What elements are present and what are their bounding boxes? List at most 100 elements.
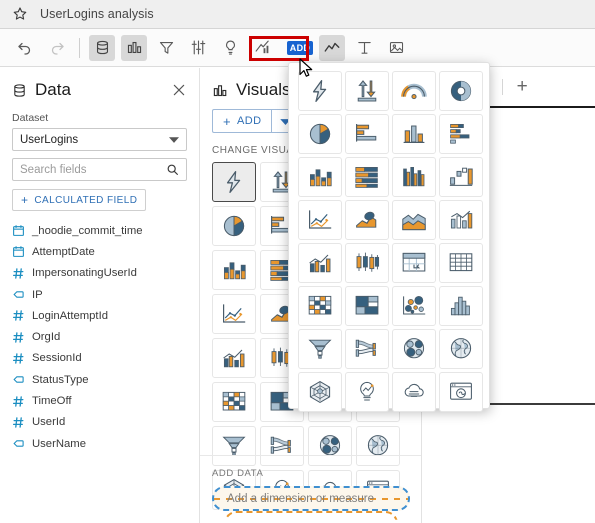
field-name: SessionId [32,352,82,365]
field-item[interactable]: SessionId [12,348,187,369]
popup-visual-type-tree-map[interactable] [345,286,389,326]
field-item[interactable]: UserId [12,412,187,433]
tree-map-icon [354,294,380,318]
popup-visual-type-custom-visual[interactable] [439,372,483,412]
star-icon[interactable] [12,6,28,22]
field-item[interactable]: LoginAttemptId [12,305,187,326]
field-type-number-icon [12,352,25,365]
calculated-field-label: CALCULATED FIELD [34,194,138,206]
add-text-box-button[interactable] [351,35,377,61]
popup-visual-type-combo[interactable] [439,200,483,240]
popup-visual-type-table[interactable] [439,243,483,283]
search-icon [166,163,179,176]
field-name: ImpersonatingUserId [32,267,137,280]
popup-visual-type-stacked-bar-100[interactable] [345,157,389,197]
filter-button[interactable] [153,35,179,61]
popup-visual-type-radar[interactable] [298,372,342,412]
field-item[interactable]: ImpersonatingUserId [12,263,187,284]
field-drop-zone-accent [224,511,398,523]
field-item[interactable]: AttemptDate [12,241,187,262]
popup-visual-type-horizontal-bar[interactable] [345,114,389,154]
search-input[interactable]: Search fields [20,164,86,176]
popup-visual-type-clustered-bar[interactable] [392,157,436,197]
dataset-select[interactable]: UserLogins [12,128,187,151]
field-item[interactable]: StatusType [12,369,187,390]
popup-visual-type-waterfall[interactable] [439,157,483,197]
visual-type-picker-popup [288,62,490,412]
popup-visual-type-insight[interactable] [345,372,389,412]
field-type-number-icon [12,395,25,408]
add-image-button[interactable] [383,35,409,61]
visual-type-pie[interactable] [212,206,256,246]
popup-visual-type-combo-line-bar[interactable] [298,243,342,283]
field-item[interactable]: UserName [12,433,187,454]
popup-visual-type-gauge[interactable] [392,71,436,111]
data-panel-header: Data [12,80,187,100]
plus-icon: + [21,193,29,207]
popup-visual-type-heat-map[interactable] [298,286,342,326]
add-button[interactable]: ADD [286,35,314,61]
funnel-icon [307,337,333,361]
field-item[interactable]: _hoodie_commit_time [12,220,187,241]
popup-visual-type-pie[interactable] [298,114,342,154]
add-visual-button-panel[interactable]: + ADD [212,109,272,133]
visual-type-heat-map[interactable] [212,382,256,422]
clustered-bar-icon [401,165,427,189]
popup-visual-type-points-map[interactable] [439,329,483,369]
add-sheet-button[interactable]: + [517,77,528,96]
visual-type-line[interactable] [212,294,256,334]
search-field-wrapper[interactable]: Search fields [12,158,187,181]
combo-icon [448,208,474,232]
heat-map-icon [307,294,333,318]
popup-visual-type-pivot-table[interactable] [392,243,436,283]
visual-type-autograph[interactable] [212,162,256,202]
popup-visual-type-stacked-vertical-bar[interactable] [298,157,342,197]
field-name: _hoodie_commit_time [32,224,143,237]
popup-visual-type-word-cloud[interactable] [392,372,436,412]
add-data-section: ADD DATA Add a dimension or measure [200,455,421,523]
title-bar: UserLogins analysis [0,0,595,29]
waterfall-icon [448,165,474,189]
field-drop-zone[interactable]: Add a dimension or measure [212,486,410,511]
popup-visual-type-area-line[interactable] [345,200,389,240]
popup-visual-type-histogram[interactable] [439,286,483,326]
autograph-icon [221,170,247,194]
calculated-field-button[interactable]: + CALCULATED FIELD [12,189,147,211]
popup-visual-type-stacked-area[interactable] [392,200,436,240]
field-type-string-icon [12,437,25,450]
popup-visual-type-sankey[interactable] [345,329,389,369]
field-item[interactable]: OrgId [12,326,187,347]
popup-visual-type-vertical-bar[interactable] [392,114,436,154]
insight-button[interactable] [217,35,243,61]
vertical-bar-icon [401,122,427,146]
autograph-icon [307,79,333,103]
undo-button[interactable] [12,35,38,61]
add-visual-button[interactable] [319,34,345,61]
line-icon [221,302,247,326]
popup-visual-type-kpi[interactable] [345,71,389,111]
dataset-value: UserLogins [20,133,79,146]
popup-visual-type-stacked-horizontal-bar[interactable] [439,114,483,154]
popup-visual-type-line[interactable] [298,200,342,240]
field-item[interactable]: IP [12,284,187,305]
dataset-label: Dataset [12,112,49,124]
field-name: IP [32,288,43,301]
visual-type-combo-line-bar[interactable] [212,338,256,378]
sheet-divider [501,79,503,95]
parameters-button[interactable] [185,35,211,61]
popup-visual-type-filled-map[interactable] [392,329,436,369]
stacked-area-icon [401,208,427,232]
pie-icon [221,214,247,238]
add-visual-label: ADD [237,115,262,127]
data-panel-button[interactable] [89,34,115,61]
popup-visual-type-funnel[interactable] [298,329,342,369]
visuals-panel-button[interactable] [121,34,147,61]
popup-visual-type-donut[interactable] [439,71,483,111]
visual-type-stacked-vertical-bar[interactable] [212,250,256,290]
themes-button[interactable] [249,35,275,61]
field-item[interactable]: TimeOff [12,390,187,411]
popup-visual-type-box-plot[interactable] [345,243,389,283]
close-icon[interactable] [171,82,187,98]
redo-button[interactable] [44,35,70,61]
popup-visual-type-scatter-plot[interactable] [392,286,436,326]
